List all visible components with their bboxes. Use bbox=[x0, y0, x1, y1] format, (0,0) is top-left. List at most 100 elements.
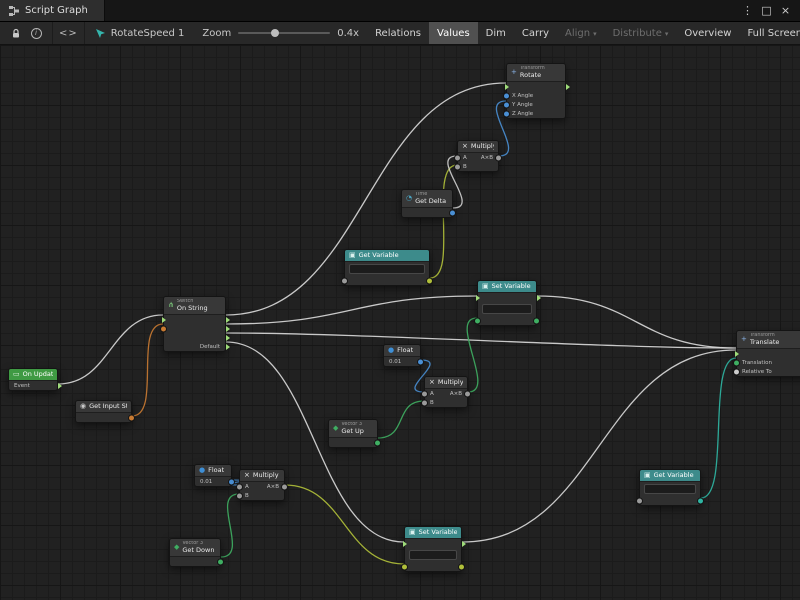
node-header[interactable]: ▣Get Variable bbox=[640, 470, 700, 482]
edge-set-variable-2-to-translate[interactable] bbox=[462, 350, 736, 542]
flow-port-right[interactable] bbox=[566, 84, 570, 90]
toolbar-button-values[interactable]: Values bbox=[429, 22, 478, 44]
edge-get-up-to-multiply-2[interactable] bbox=[378, 401, 424, 438]
node-header[interactable]: ▣Set Variable bbox=[478, 281, 536, 293]
graph-node-get-variable-1[interactable]: ▣Get Variable bbox=[344, 249, 430, 286]
graph-node-switch-on-string[interactable]: ⋔SwitchOn StringDefault bbox=[163, 296, 226, 352]
graph-node-multiply-3[interactable]: ×MultiplyAA×BB bbox=[239, 469, 285, 501]
node-header[interactable]: ▣Set Variable bbox=[405, 527, 461, 539]
graph-canvas[interactable]: +TransformRotateX AngleY AngleZ Angle×Mu… bbox=[0, 45, 800, 600]
node-header[interactable]: ◆Vector 3Get Up bbox=[329, 420, 377, 438]
value-port-left[interactable] bbox=[504, 111, 509, 116]
value-port-right[interactable] bbox=[450, 210, 455, 215]
window-menu-icon[interactable]: ⋮ bbox=[739, 4, 756, 17]
graph-node-float-1[interactable]: ●Float0.01 bbox=[383, 344, 421, 367]
value-port-right[interactable] bbox=[459, 564, 464, 569]
graph-node-vector3-get-down[interactable]: ◆Vector 3Get Down bbox=[169, 538, 221, 567]
value-port-left[interactable] bbox=[161, 326, 166, 331]
value-port-left[interactable] bbox=[504, 102, 509, 107]
zoom-slider[interactable] bbox=[238, 32, 330, 34]
node-header[interactable]: ●Float bbox=[384, 345, 420, 357]
value-port-left[interactable] bbox=[237, 484, 242, 489]
edge-set-variable-1-to-translate[interactable] bbox=[537, 296, 736, 348]
graph-node-translate[interactable]: +TransformTranslateTranslationRelative T… bbox=[736, 330, 800, 377]
value-port-left[interactable] bbox=[455, 155, 460, 160]
value-port-right[interactable] bbox=[465, 391, 470, 396]
flow-port-left[interactable] bbox=[505, 84, 509, 90]
close-icon[interactable]: × bbox=[777, 4, 794, 17]
graph-node-rotate[interactable]: +TransformRotateX AngleY AngleZ Angle bbox=[506, 63, 566, 119]
value-port-right[interactable] bbox=[375, 440, 380, 445]
tab-script-graph[interactable]: Script Graph bbox=[0, 0, 105, 21]
value-port-right[interactable] bbox=[218, 559, 223, 564]
flow-port-right[interactable] bbox=[58, 383, 62, 389]
node-header[interactable]: ▣Get Variable bbox=[345, 250, 429, 262]
value-port-left[interactable] bbox=[734, 360, 739, 365]
edge-get-input-to-switch[interactable] bbox=[132, 324, 163, 416]
edge-get-down-to-multiply-3[interactable] bbox=[221, 494, 239, 557]
lock-button[interactable] bbox=[6, 22, 26, 44]
value-port-right[interactable] bbox=[698, 498, 703, 503]
toolbar-button-full-screen[interactable]: Full Screen bbox=[739, 22, 800, 44]
flow-port-left[interactable] bbox=[476, 295, 480, 301]
value-port-right[interactable] bbox=[534, 318, 539, 323]
variable-name-field[interactable] bbox=[644, 484, 696, 494]
node-header[interactable]: ◔TimeGet Delta Time bbox=[402, 190, 452, 208]
graph-node-on-update[interactable]: ▭On UpdateEvent bbox=[8, 368, 58, 391]
maximize-icon[interactable]: □ bbox=[758, 4, 775, 17]
variable-name-field[interactable] bbox=[482, 304, 532, 314]
value-port-right[interactable] bbox=[427, 278, 432, 283]
graph-node-multiply-1[interactable]: ×MultiplyAA×BB bbox=[457, 140, 499, 172]
node-header[interactable]: ×Multiply bbox=[458, 141, 498, 153]
toolbar-button-relations[interactable]: Relations bbox=[367, 22, 429, 44]
edge-get-variable-2-to-translate[interactable] bbox=[701, 358, 736, 498]
node-header[interactable]: ◉Get Input Strin bbox=[76, 401, 131, 413]
value-port-right[interactable] bbox=[418, 359, 423, 364]
toolbar-button-carry[interactable]: Carry bbox=[514, 22, 557, 44]
flow-port-right[interactable] bbox=[537, 295, 541, 301]
value-port-right[interactable] bbox=[282, 484, 287, 489]
graph-node-set-variable-2[interactable]: ▣Set Variable bbox=[404, 526, 462, 572]
flow-port-right[interactable] bbox=[226, 344, 230, 350]
node-header[interactable]: ●Float bbox=[195, 465, 231, 477]
variable-name-field[interactable] bbox=[409, 550, 457, 560]
value-port-left[interactable] bbox=[402, 564, 407, 569]
flow-port-right[interactable] bbox=[226, 326, 230, 332]
toolbar-button-overview[interactable]: Overview bbox=[676, 22, 739, 44]
graph-node-multiply-2[interactable]: ×MultiplyAA×BB bbox=[424, 376, 468, 408]
value-port-left[interactable] bbox=[504, 93, 509, 98]
value-port-left[interactable] bbox=[734, 369, 739, 374]
node-header[interactable]: +TransformTranslate bbox=[737, 331, 800, 349]
edge-switch-to-set-variable-1[interactable] bbox=[226, 296, 477, 324]
edge-get-variable-1-to-multiply-1[interactable] bbox=[430, 165, 457, 278]
value-port-left[interactable] bbox=[475, 318, 480, 323]
edge-multiply-2-to-set-variable-1[interactable] bbox=[467, 318, 478, 392]
node-header[interactable]: ⋔SwitchOn String bbox=[164, 297, 225, 315]
graph-node-get-delta-time[interactable]: ◔TimeGet Delta Time bbox=[401, 189, 453, 218]
flow-port-right[interactable] bbox=[226, 335, 230, 341]
node-header[interactable]: ▭On Update bbox=[9, 369, 57, 381]
flow-port-left[interactable] bbox=[162, 317, 166, 323]
flow-port-left[interactable] bbox=[735, 351, 739, 357]
node-header[interactable]: +TransformRotate bbox=[507, 64, 565, 82]
value-port-left[interactable] bbox=[422, 391, 427, 396]
zoom-slider-handle[interactable] bbox=[271, 29, 279, 37]
value-port-right[interactable] bbox=[129, 415, 134, 420]
flow-port-right[interactable] bbox=[462, 541, 466, 547]
graph-node-set-variable-1[interactable]: ▣Set Variable bbox=[477, 280, 537, 326]
graph-node-vector3-get-up[interactable]: ◆Vector 3Get Up bbox=[328, 419, 378, 448]
edge-on-update-to-switch[interactable] bbox=[58, 315, 163, 384]
flow-port-right[interactable] bbox=[226, 317, 230, 323]
variable-name-field[interactable] bbox=[349, 264, 425, 274]
value-port-left[interactable] bbox=[637, 498, 642, 503]
edge-multiply-3-to-set-variable-2[interactable] bbox=[285, 485, 404, 564]
graph-node-get-input-string[interactable]: ◉Get Input Strin bbox=[75, 400, 132, 423]
value-port-left[interactable] bbox=[422, 400, 427, 405]
graph-node-get-variable-2[interactable]: ▣Get Variable bbox=[639, 469, 701, 506]
node-header[interactable]: ×Multiply bbox=[240, 470, 284, 482]
node-header[interactable]: ×Multiply bbox=[425, 377, 467, 389]
value-port-left[interactable] bbox=[342, 278, 347, 283]
value-port-right[interactable] bbox=[229, 479, 234, 484]
value-port-left[interactable] bbox=[455, 164, 460, 169]
toolbar-button-dim[interactable]: Dim bbox=[478, 22, 514, 44]
